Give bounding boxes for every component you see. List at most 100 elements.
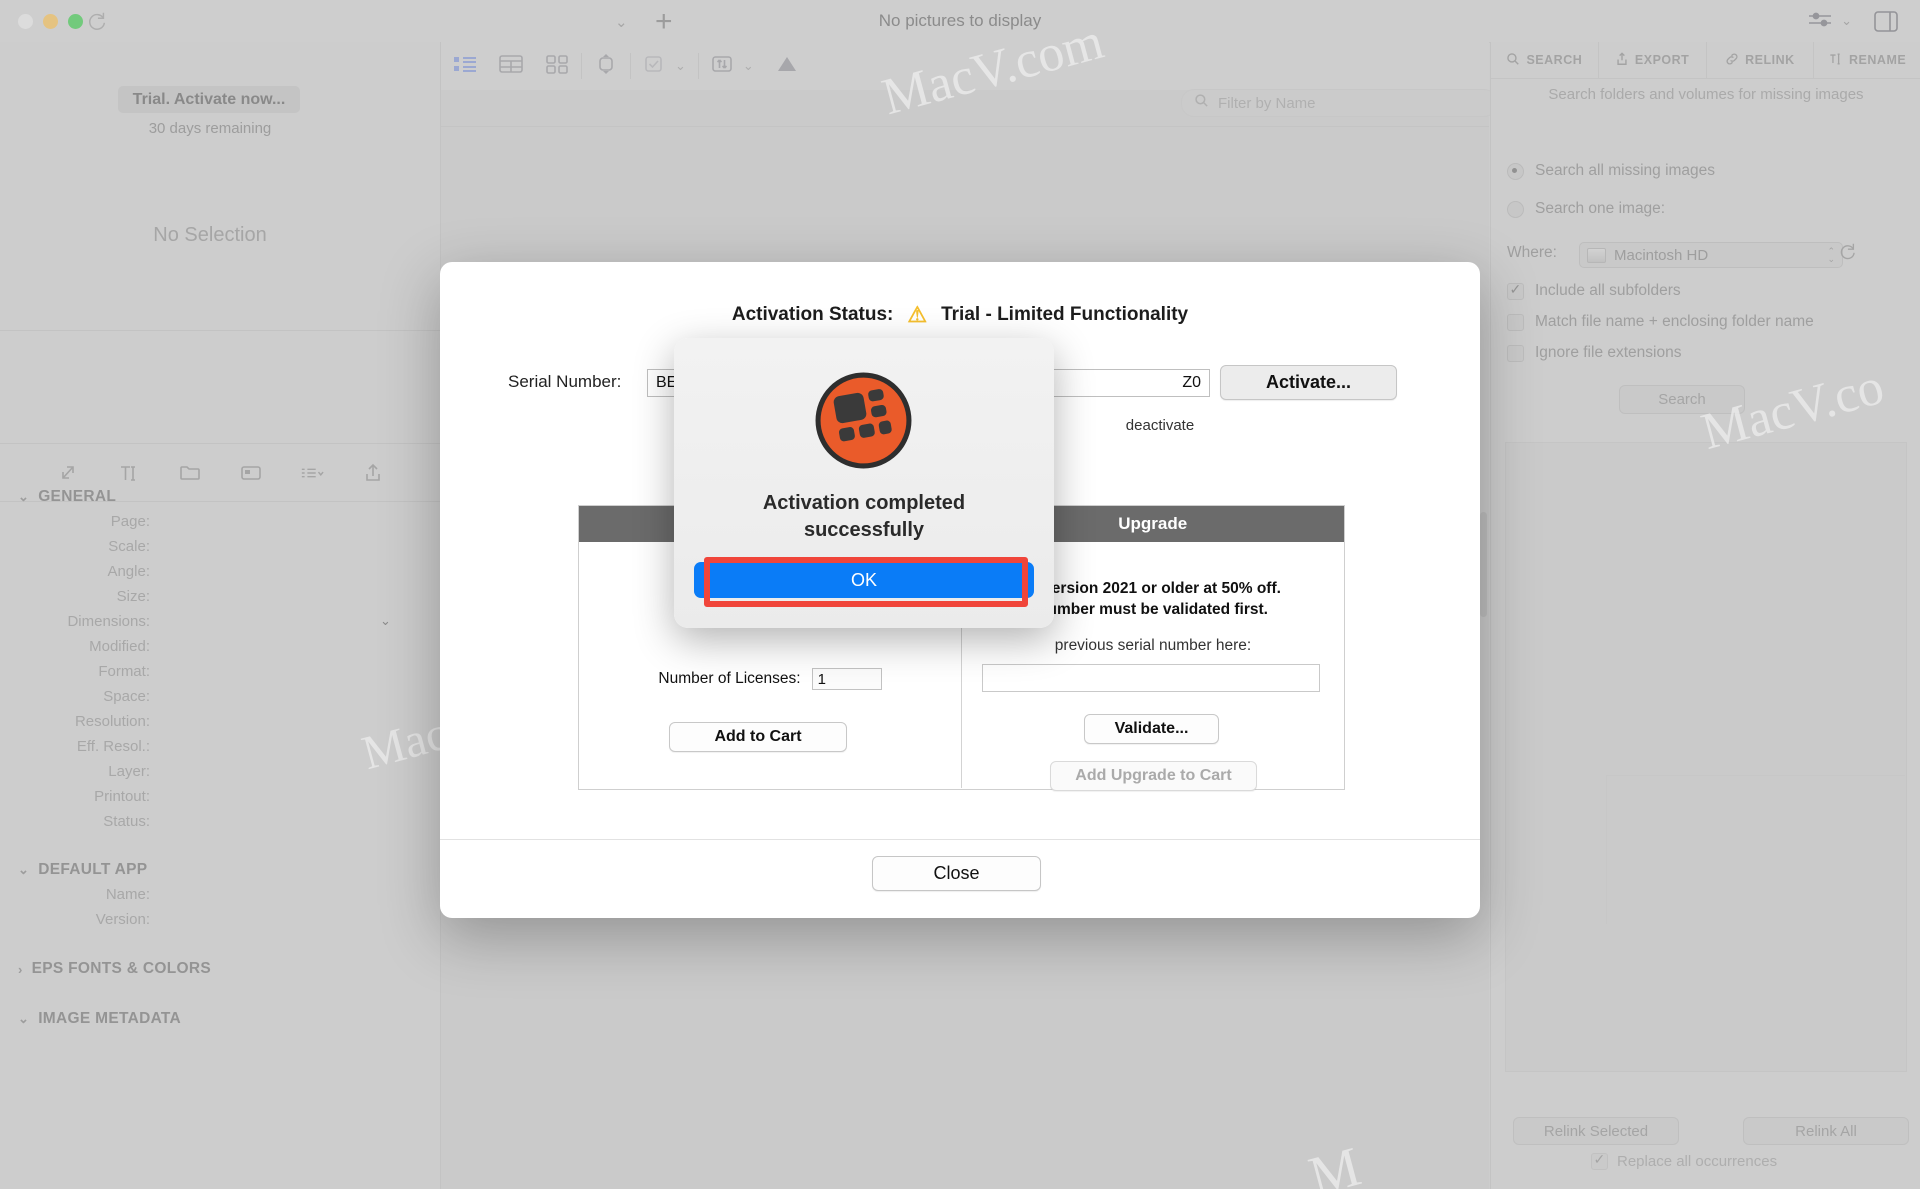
chevron-down-icon: ⌄	[18, 489, 30, 504]
export-icon	[1615, 51, 1629, 69]
tab-label: RENAME	[1849, 53, 1907, 67]
preview-icon[interactable]	[594, 53, 618, 80]
no-selection-label: No Selection	[153, 224, 267, 246]
checkbox-ignore-extensions[interactable]: Ignore file extensions	[1507, 344, 1681, 362]
view-toolbar: ⌄ ⌄	[441, 42, 1489, 90]
field-label-angle: Angle:	[107, 563, 150, 580]
refresh-volumes-icon[interactable]	[1837, 241, 1857, 266]
serial-value-tail: Z0	[1182, 374, 1201, 391]
radio-label: Search one image:	[1535, 200, 1666, 217]
previous-serial-input[interactable]	[982, 664, 1320, 692]
checkbox-filter-icon[interactable]	[643, 54, 665, 79]
activation-status-line: Activation Status: ⚠ Trial - Limited Fun…	[440, 302, 1480, 328]
activate-button[interactable]: Activate...	[1220, 365, 1397, 400]
panel-divider	[0, 330, 440, 331]
alert-message: Activation completed successfully	[674, 490, 1054, 544]
folder-icon[interactable]	[178, 461, 202, 485]
checkbox-icon	[1591, 1151, 1608, 1170]
list-view-icon[interactable]	[453, 54, 477, 79]
close-button[interactable]: Close	[872, 856, 1041, 891]
checkbox-replace-all-occurrences[interactable]: Replace all occurrences	[1591, 1151, 1778, 1170]
bigpicture-app-icon	[813, 370, 914, 471]
number-of-licenses-label: Number of Licenses:	[658, 670, 801, 687]
field-label-modified: Modified:	[89, 638, 150, 655]
tab-relink[interactable]: RELINK	[1707, 42, 1815, 78]
sliders-icon[interactable]	[1807, 10, 1833, 32]
text-tool-icon[interactable]	[117, 461, 141, 485]
image-icon[interactable]	[239, 461, 263, 485]
view-mode-group	[441, 51, 581, 81]
chevron-down-icon: ⌄	[18, 862, 30, 877]
where-label-text: Where:	[1507, 244, 1557, 261]
sidebar-toggle-icon[interactable]	[1874, 10, 1898, 32]
share-icon[interactable]	[361, 461, 385, 485]
previous-serial-hint: previous serial number here:	[1054, 637, 1252, 654]
tab-label: EXPORT	[1634, 53, 1690, 67]
search-button[interactable]: Search	[1619, 385, 1745, 414]
right-tools-panel: SEARCH EXPORT RELINK RENAME Search folde…	[1490, 42, 1920, 1189]
chevron-right-icon: ›	[18, 961, 23, 977]
warning-filter-icon[interactable]	[776, 54, 798, 79]
deactivate-note-text: deactivate	[1125, 417, 1195, 434]
radio-icon	[1507, 162, 1524, 180]
section-header-eps-fonts-colors[interactable]: › EPS FONTS & COLORS	[18, 960, 211, 978]
checkbox-label: Match file name + enclosing folder name	[1535, 313, 1814, 330]
field-label-eff-resol: Eff. Resol.:	[76, 738, 150, 755]
section-header-general[interactable]: ⌄ GENERAL	[18, 488, 116, 506]
filter-by-name-input[interactable]: Filter by Name	[1181, 89, 1497, 117]
checkbox-icon	[1507, 281, 1524, 300]
section-title: IMAGE METADATA	[38, 1010, 182, 1027]
checkbox-icon	[1507, 313, 1524, 331]
field-label-page: Page:	[110, 513, 150, 530]
filter-group: ⌄	[631, 51, 698, 81]
tab-export[interactable]: EXPORT	[1599, 42, 1707, 78]
where-volume-select[interactable]: Macintosh HD ⌃ ⌄	[1579, 242, 1843, 268]
radio-search-all-missing[interactable]: Search all missing images	[1507, 162, 1715, 180]
window-titlebar: ⌄ + No pictures to display ⌄	[0, 0, 1920, 43]
section-header-image-metadata[interactable]: ⌄ IMAGE METADATA	[18, 1010, 181, 1028]
grid-view-icon[interactable]	[545, 54, 569, 79]
number-of-licenses-input[interactable]: 1	[811, 668, 882, 690]
dimensions-chevron-icon[interactable]: ⌄	[380, 613, 391, 629]
dialog-footer: Close	[440, 839, 1480, 918]
window-title: No pictures to display	[878, 11, 1042, 30]
checkbox-filter-chevron-icon[interactable]: ⌄	[675, 58, 686, 74]
section-title: DEFAULT APP	[38, 861, 148, 878]
content-scrollbar[interactable]	[1480, 512, 1487, 617]
checkbox-include-subfolders[interactable]: Include all subfolders	[1507, 281, 1681, 300]
ok-button[interactable]: OK	[694, 562, 1034, 598]
trial-activate-button[interactable]: Trial. Activate now...	[118, 86, 300, 113]
list-icon[interactable]	[300, 461, 324, 485]
sort-icon[interactable]	[711, 54, 733, 79]
sort-chevron-icon[interactable]: ⌄	[743, 58, 754, 74]
relink-all-button[interactable]: Relink All	[1743, 1117, 1909, 1145]
tab-search[interactable]: SEARCH	[1491, 42, 1599, 78]
validate-button[interactable]: Validate...	[1084, 714, 1219, 744]
resize-icon[interactable]	[56, 461, 80, 485]
serial-number-label: Serial Number:	[508, 372, 622, 391]
radio-label: Search all missing images	[1535, 162, 1716, 179]
relink-selected-button[interactable]: Relink Selected	[1513, 1117, 1679, 1145]
number-of-licenses-row: Number of Licenses: 1	[579, 668, 961, 690]
tab-rename[interactable]: RENAME	[1814, 42, 1920, 78]
alert-message-line2: successfully	[803, 519, 925, 541]
checkbox-label: Replace all occurrences	[1617, 1153, 1778, 1170]
results-inner-divider	[1606, 775, 1905, 924]
search-icon	[1506, 52, 1520, 69]
table-view-icon[interactable]	[499, 54, 523, 79]
add-upgrade-to-cart-button: Add Upgrade to Cart	[1050, 761, 1257, 791]
preview-group	[582, 51, 630, 81]
radio-search-one-image[interactable]: Search one image:	[1507, 200, 1665, 218]
field-label-printout: Printout:	[94, 788, 150, 805]
field-label-resolution: Resolution:	[74, 713, 150, 730]
add-to-cart-button[interactable]: Add to Cart	[669, 722, 847, 752]
activation-success-alert: Activation completed successfully OK	[674, 338, 1054, 628]
hard-drive-icon	[1587, 247, 1606, 263]
chevron-down-icon: ⌄	[18, 1011, 30, 1026]
search-results-pane[interactable]	[1505, 442, 1907, 1072]
field-label-scale: Scale:	[108, 538, 150, 555]
checkbox-match-file-name[interactable]: Match file name + enclosing folder name	[1507, 313, 1814, 331]
section-header-default-app[interactable]: ⌄ DEFAULT APP	[18, 861, 147, 879]
field-label-format: Format:	[98, 663, 150, 680]
sliders-chevron-icon[interactable]: ⌄	[1841, 13, 1852, 29]
